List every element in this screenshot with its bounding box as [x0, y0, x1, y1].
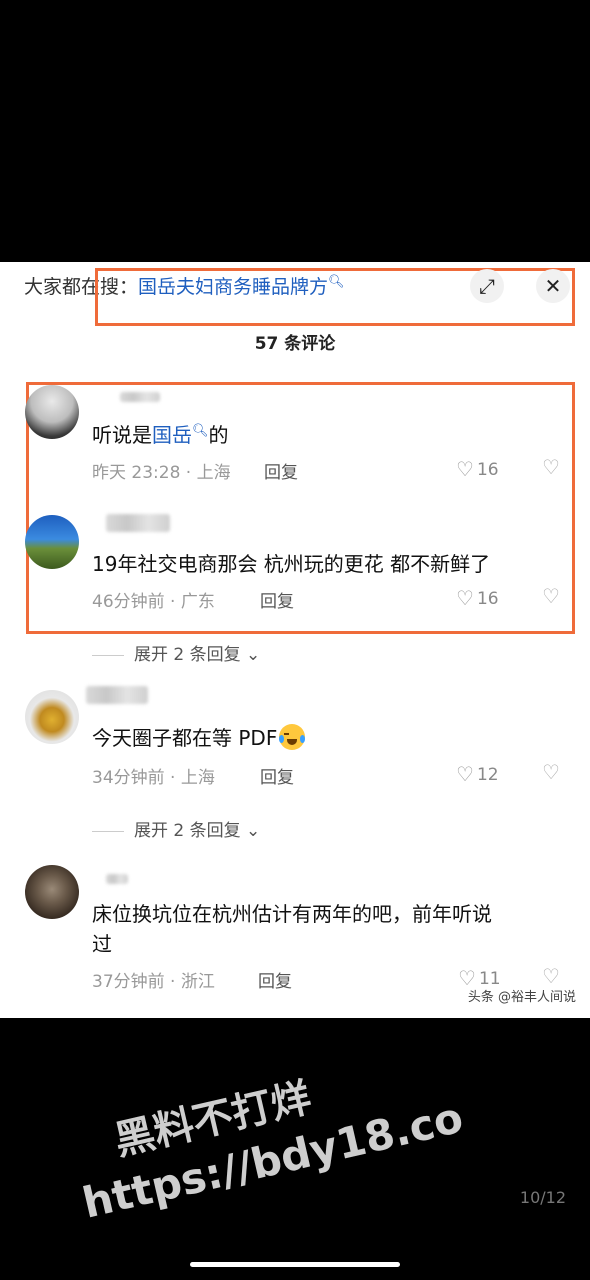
username-blurred[interactable]	[120, 392, 160, 402]
comment-link[interactable]: 国岳	[152, 423, 192, 447]
search-icon: 🔍︎	[192, 423, 209, 439]
like-button[interactable]: ♡ 16	[456, 586, 499, 610]
heart-icon: ♡	[456, 457, 474, 481]
comment-text: 听说是国岳🔍︎的	[92, 423, 229, 447]
reply-button[interactable]: 回复	[260, 587, 294, 612]
comment-count: 57 条评论	[254, 334, 336, 354]
laughing-tears-emoji-icon	[279, 724, 306, 750]
expand-replies-button[interactable]: 展开 2 条回复 ⌄	[92, 640, 260, 665]
comment-time: 46分钟前 · 广东	[92, 592, 215, 612]
dislike-icon[interactable]: ♡	[542, 964, 560, 988]
expand-replies-button[interactable]: 展开 2 条回复 ⌄	[92, 816, 260, 841]
page-indicator: 10/12	[519, 1188, 566, 1207]
avatar[interactable]	[25, 865, 79, 919]
comment-time: 昨天 23:28 · 上海	[92, 463, 231, 483]
like-button[interactable]: ♡ 16	[456, 457, 499, 481]
comment-time: 34分钟前 · 上海	[92, 768, 215, 788]
comment-text-line2: 过	[92, 932, 112, 956]
comment-text: 19年社交电商那会 杭州玩的更花 都不新鲜了	[92, 552, 491, 576]
chevron-down-icon: ⌄	[246, 645, 261, 665]
chevron-down-icon: ⌄	[246, 821, 261, 841]
comment-time: 37分钟前 · 浙江	[92, 972, 215, 992]
heart-icon: ♡	[456, 586, 474, 610]
reply-button[interactable]: 回复	[260, 763, 294, 788]
avatar[interactable]	[25, 515, 79, 569]
dislike-icon[interactable]: ♡	[542, 455, 560, 479]
expand-icon[interactable]: ⤢	[470, 269, 504, 303]
username-blurred[interactable]	[106, 874, 128, 884]
comment-text: 床位换坑位在杭州估计有两年的吧，前年听说	[92, 902, 492, 926]
dislike-icon[interactable]: ♡	[542, 760, 560, 784]
like-button[interactable]: ♡ 12	[456, 762, 499, 786]
home-indicator[interactable]	[190, 1262, 400, 1267]
source-watermark: 头条 @裕丰人间说	[467, 990, 576, 1005]
username-blurred[interactable]	[106, 514, 170, 532]
reply-button[interactable]: 回复	[258, 967, 292, 992]
comment-text: 今天圈子都在等 PDF	[92, 722, 306, 751]
avatar[interactable]	[25, 385, 79, 439]
avatar[interactable]	[25, 690, 79, 744]
reply-button[interactable]: 回复	[264, 458, 298, 483]
search-highlight-box	[95, 268, 575, 326]
close-icon[interactable]: ✕	[536, 269, 570, 303]
heart-icon: ♡	[456, 762, 474, 786]
dislike-icon[interactable]: ♡	[542, 584, 560, 608]
username-blurred[interactable]	[86, 686, 148, 704]
